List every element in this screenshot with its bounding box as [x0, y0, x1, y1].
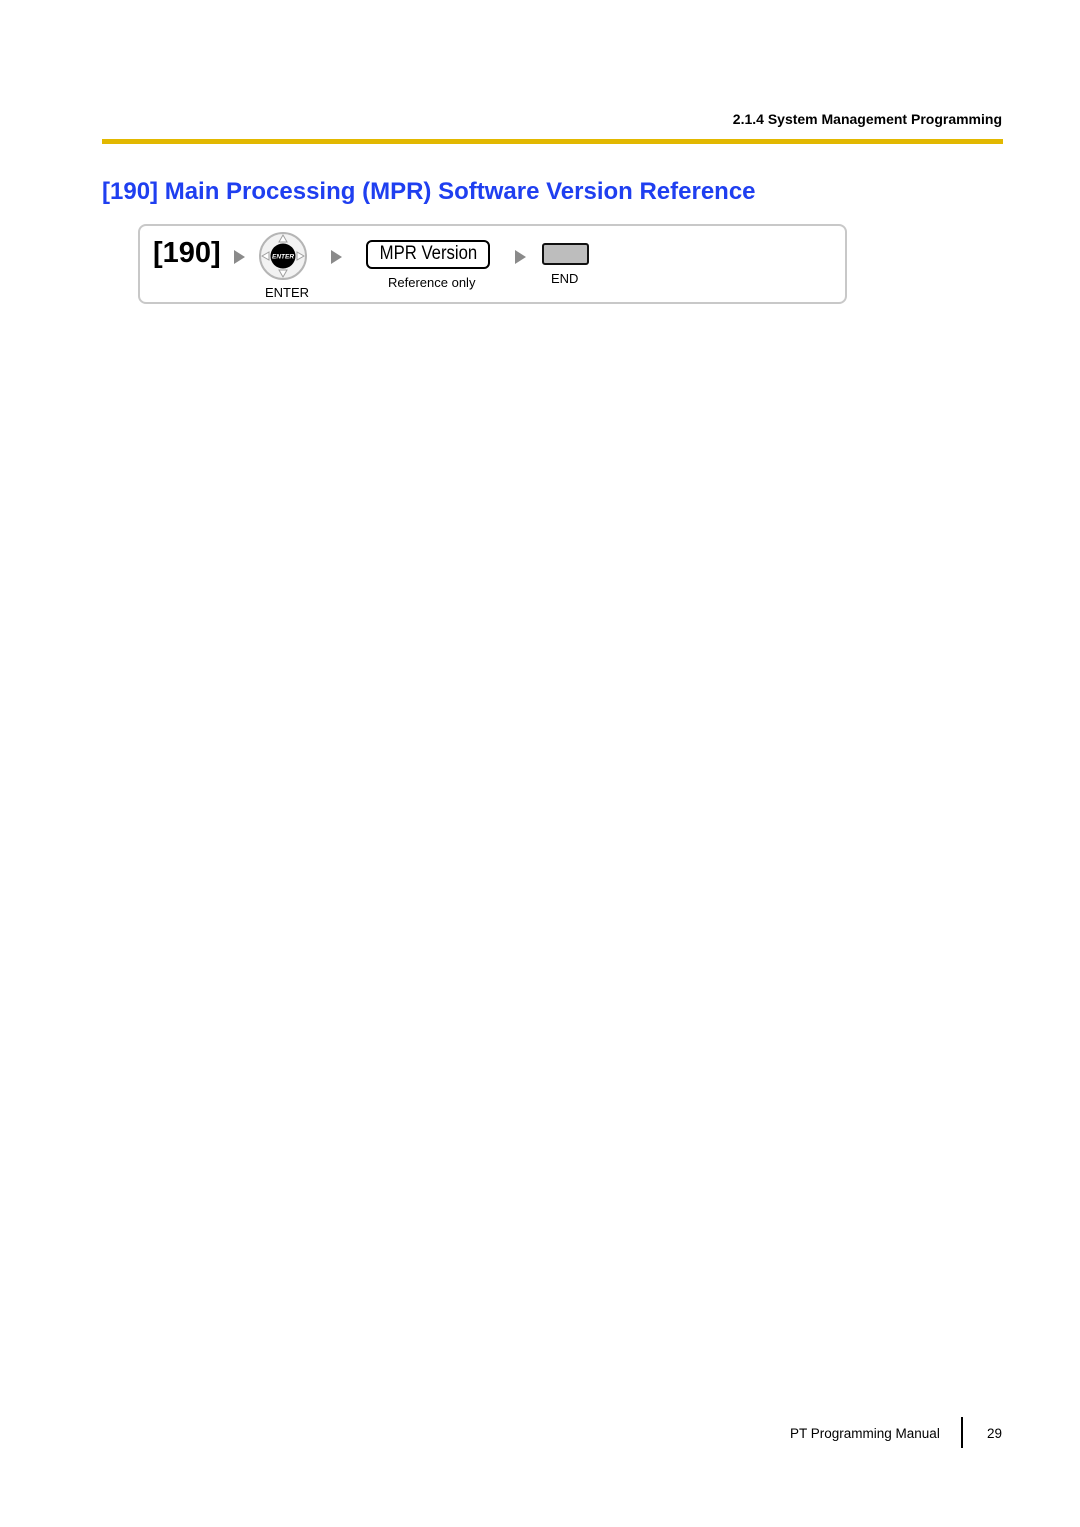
- arrow-right-icon: [515, 250, 526, 264]
- reference-only-label: Reference only: [388, 275, 476, 290]
- enter-key-text: ENTER: [272, 254, 294, 261]
- enter-navigator-key-icon: ENTER: [259, 232, 307, 280]
- header-rule: [102, 139, 1003, 144]
- end-label: END: [551, 271, 579, 286]
- program-number: [190]: [153, 237, 221, 269]
- mpr-version-text: MPR Version: [379, 243, 477, 264]
- page-title: [190] Main Processing (MPR) Software Ver…: [102, 178, 756, 205]
- section-header: 2.1.4 System Management Programming: [732, 111, 1002, 127]
- arrow-right-icon: [331, 250, 342, 264]
- enter-key-button[interactable]: ENTER: [258, 231, 308, 281]
- programming-flow-box: [138, 224, 847, 304]
- footer-manual-title: PT Programming Manual: [790, 1426, 940, 1441]
- page-number: 29: [987, 1426, 1003, 1441]
- mpr-version-display: MPR Version: [366, 240, 490, 269]
- end-key-button[interactable]: [542, 243, 589, 265]
- arrow-right-icon: [234, 250, 245, 264]
- enter-label: ENTER: [265, 285, 310, 300]
- footer-separator: [961, 1417, 963, 1448]
